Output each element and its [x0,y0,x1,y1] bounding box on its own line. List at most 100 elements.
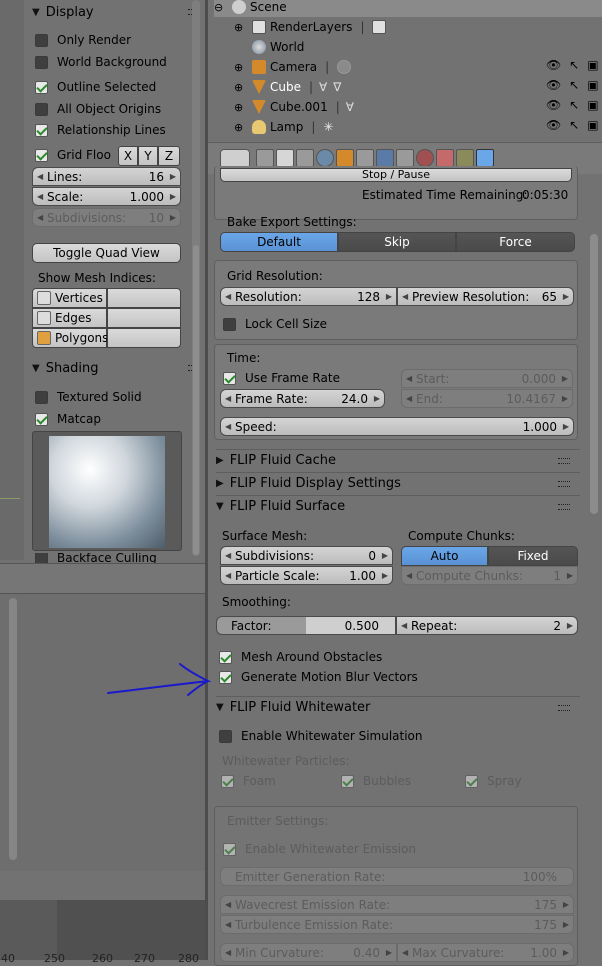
relationship-lines-checkbox[interactable]: Relationship Lines [35,121,166,139]
decrement-arrow-icon[interactable]: ◀ [402,292,408,301]
grid-floor-checkbox[interactable]: Grid Floo [35,146,111,164]
motion-blur-vectors-checkbox[interactable]: Generate Motion Blur Vectors [219,668,418,686]
render-tab-icon[interactable] [256,149,274,167]
properties-scrollbar[interactable] [590,234,598,514]
eye-icon[interactable]: 👁 [546,98,561,112]
particles-tab-icon[interactable] [456,149,474,167]
bake-export-default-button[interactable]: Default [220,232,338,252]
factor-slider[interactable]: Factor: 0.500 [216,616,396,635]
expand-plus-icon[interactable]: ⊕ [234,101,248,114]
all-object-origins-checkbox[interactable]: All Object Origins [35,100,161,118]
vertices-index-toggle[interactable] [107,288,181,308]
expand-plus-icon[interactable]: ⊕ [234,61,248,74]
drag-grip-icon[interactable] [558,504,570,510]
increment-arrow-icon[interactable]: ▶ [563,292,569,301]
matcap-checkbox[interactable]: Matcap [35,410,101,428]
physics-tab-icon[interactable] [476,149,494,167]
resolution-field[interactable]: ◀ Resolution: 128 ▶ [220,287,397,306]
mesh-around-obstacles-checkbox[interactable]: Mesh Around Obstacles [219,648,382,666]
outliner-row-renderlayers[interactable]: ⊕ RenderLayers | [234,17,387,37]
speed-field[interactable]: ◀ Speed: 1.000 ▶ [220,417,574,436]
outliner-row-world[interactable]: World [234,37,304,57]
decrement-arrow-icon[interactable]: ◀ [225,394,231,403]
toggle-quad-view-button[interactable]: Toggle Quad View [32,243,181,263]
flip-fluid-surface-header[interactable]: ▼ FLIP Fluid Surface [216,495,580,517]
stop-pause-button[interactable]: Stop / Pause [220,168,572,182]
decrement-arrow-icon[interactable]: ◀ [225,292,231,301]
world-background-checkbox[interactable]: World Background [35,53,167,71]
increment-arrow-icon[interactable]: ▶ [374,394,380,403]
render-camera-icon[interactable]: ▣ [587,98,598,112]
increment-arrow-icon[interactable]: ▶ [170,172,176,181]
shading-panel-header[interactable]: ▼ Shading [24,357,214,379]
increment-arrow-icon[interactable]: ▶ [382,571,388,580]
texture-tab-icon[interactable] [436,149,454,167]
decrement-arrow-icon[interactable]: ◀ [225,571,231,580]
edges-index-toggle[interactable] [107,308,181,328]
world-tab-icon[interactable] [316,149,334,167]
polygons-index-toggle[interactable] [107,328,181,348]
matcap-preview[interactable] [32,431,182,551]
expand-plus-icon[interactable]: ⊕ [234,81,248,94]
backface-culling-checkbox[interactable]: Backface Culling [35,553,157,563]
eye-icon[interactable]: 👁 [546,118,561,132]
use-frame-rate-checkbox[interactable]: Use Frame Rate [223,369,340,387]
cursor-icon[interactable]: ↖ [569,98,579,112]
only-render-checkbox[interactable]: Only Render [35,31,131,49]
chunks-auto-button[interactable]: Auto [401,546,488,566]
renderlayers-tab-icon[interactable] [276,149,294,167]
decrement-arrow-icon[interactable]: ◀ [37,192,43,201]
timeline-area[interactable] [0,593,205,871]
outliner-row-cube[interactable]: ⊕ Cube | ∀ ∇ [234,77,341,97]
render-camera-icon[interactable]: ▣ [587,58,598,72]
expand-plus-icon[interactable]: ⊕ [234,121,248,134]
outliner-row-camera[interactable]: ⊕ Camera | [234,57,352,77]
repeat-field[interactable]: ◀ Repeat: 2 ▶ [396,616,578,635]
chunks-fixed-button[interactable]: Fixed [488,546,578,566]
material-tab-icon[interactable] [416,149,434,167]
increment-arrow-icon[interactable]: ▶ [563,422,569,431]
drag-grip-icon[interactable] [558,481,570,487]
scale-field[interactable]: ◀ Scale: 1.000 ▶ [32,187,181,206]
decrement-arrow-icon[interactable]: ◀ [225,551,231,560]
bake-export-force-button[interactable]: Force [456,232,575,252]
textured-solid-checkbox[interactable]: Textured Solid [35,388,142,406]
expand-minus-icon[interactable]: ⊖ [214,1,228,14]
grid-axis-y-button[interactable]: Y [138,146,158,166]
increment-arrow-icon[interactable]: ▶ [386,292,392,301]
outline-selected-checkbox[interactable]: Outline Selected [35,78,156,96]
particle-scale-field[interactable]: ◀ Particle Scale: 1.00 ▶ [220,566,393,585]
left-panel-scroll-thumb[interactable] [193,245,199,555]
timeline-scrollbar[interactable] [9,598,17,860]
bake-export-skip-button[interactable]: Skip [338,232,456,252]
flip-fluid-whitewater-header[interactable]: ▼ FLIP Fluid Whitewater [216,696,580,718]
lines-field[interactable]: ◀ Lines: 16 ▶ [32,167,181,186]
increment-arrow-icon[interactable]: ▶ [170,192,176,201]
drag-grip-icon[interactable] [558,705,570,711]
surface-subdivisions-field[interactable]: ◀ Subdivisions: 0 ▶ [220,546,393,565]
lock-cell-size-checkbox[interactable]: Lock Cell Size [223,315,327,333]
preview-resolution-field[interactable]: ◀ Preview Resolution: 65 ▶ [397,287,574,306]
increment-arrow-icon[interactable]: ▶ [382,551,388,560]
frame-rate-field[interactable]: ◀ Frame Rate: 24.0 ▶ [220,389,385,408]
render-camera-icon[interactable]: ▣ [587,118,598,132]
grid-axis-z-button[interactable]: Z [158,146,180,166]
constraints-tab-icon[interactable] [356,149,374,167]
edges-index-button[interactable]: Edges [32,308,107,328]
data-tab-icon[interactable] [396,149,414,167]
eye-icon[interactable]: 👁 [546,58,561,72]
cursor-icon[interactable]: ↖ [569,118,579,132]
decrement-arrow-icon[interactable]: ◀ [401,621,407,630]
cursor-icon[interactable]: ↖ [569,58,579,72]
object-tab-icon[interactable] [336,149,354,167]
polygons-index-button[interactable]: Polygons [32,328,108,348]
eye-icon[interactable]: 👁 [546,78,561,92]
flip-fluid-cache-header[interactable]: ▶ FLIP Fluid Cache [216,449,580,471]
grid-axis-x-button[interactable]: X [118,146,138,166]
expand-plus-icon[interactable]: ⊕ [234,21,248,34]
scene-tab-icon[interactable] [296,149,314,167]
modifiers-tab-icon[interactable] [376,149,394,167]
outliner-row-lamp[interactable]: ⊕ Lamp | ✳ [234,117,333,137]
increment-arrow-icon[interactable]: ▶ [567,621,573,630]
outliner-row-scene[interactable]: ⊖ Scene [214,0,602,17]
